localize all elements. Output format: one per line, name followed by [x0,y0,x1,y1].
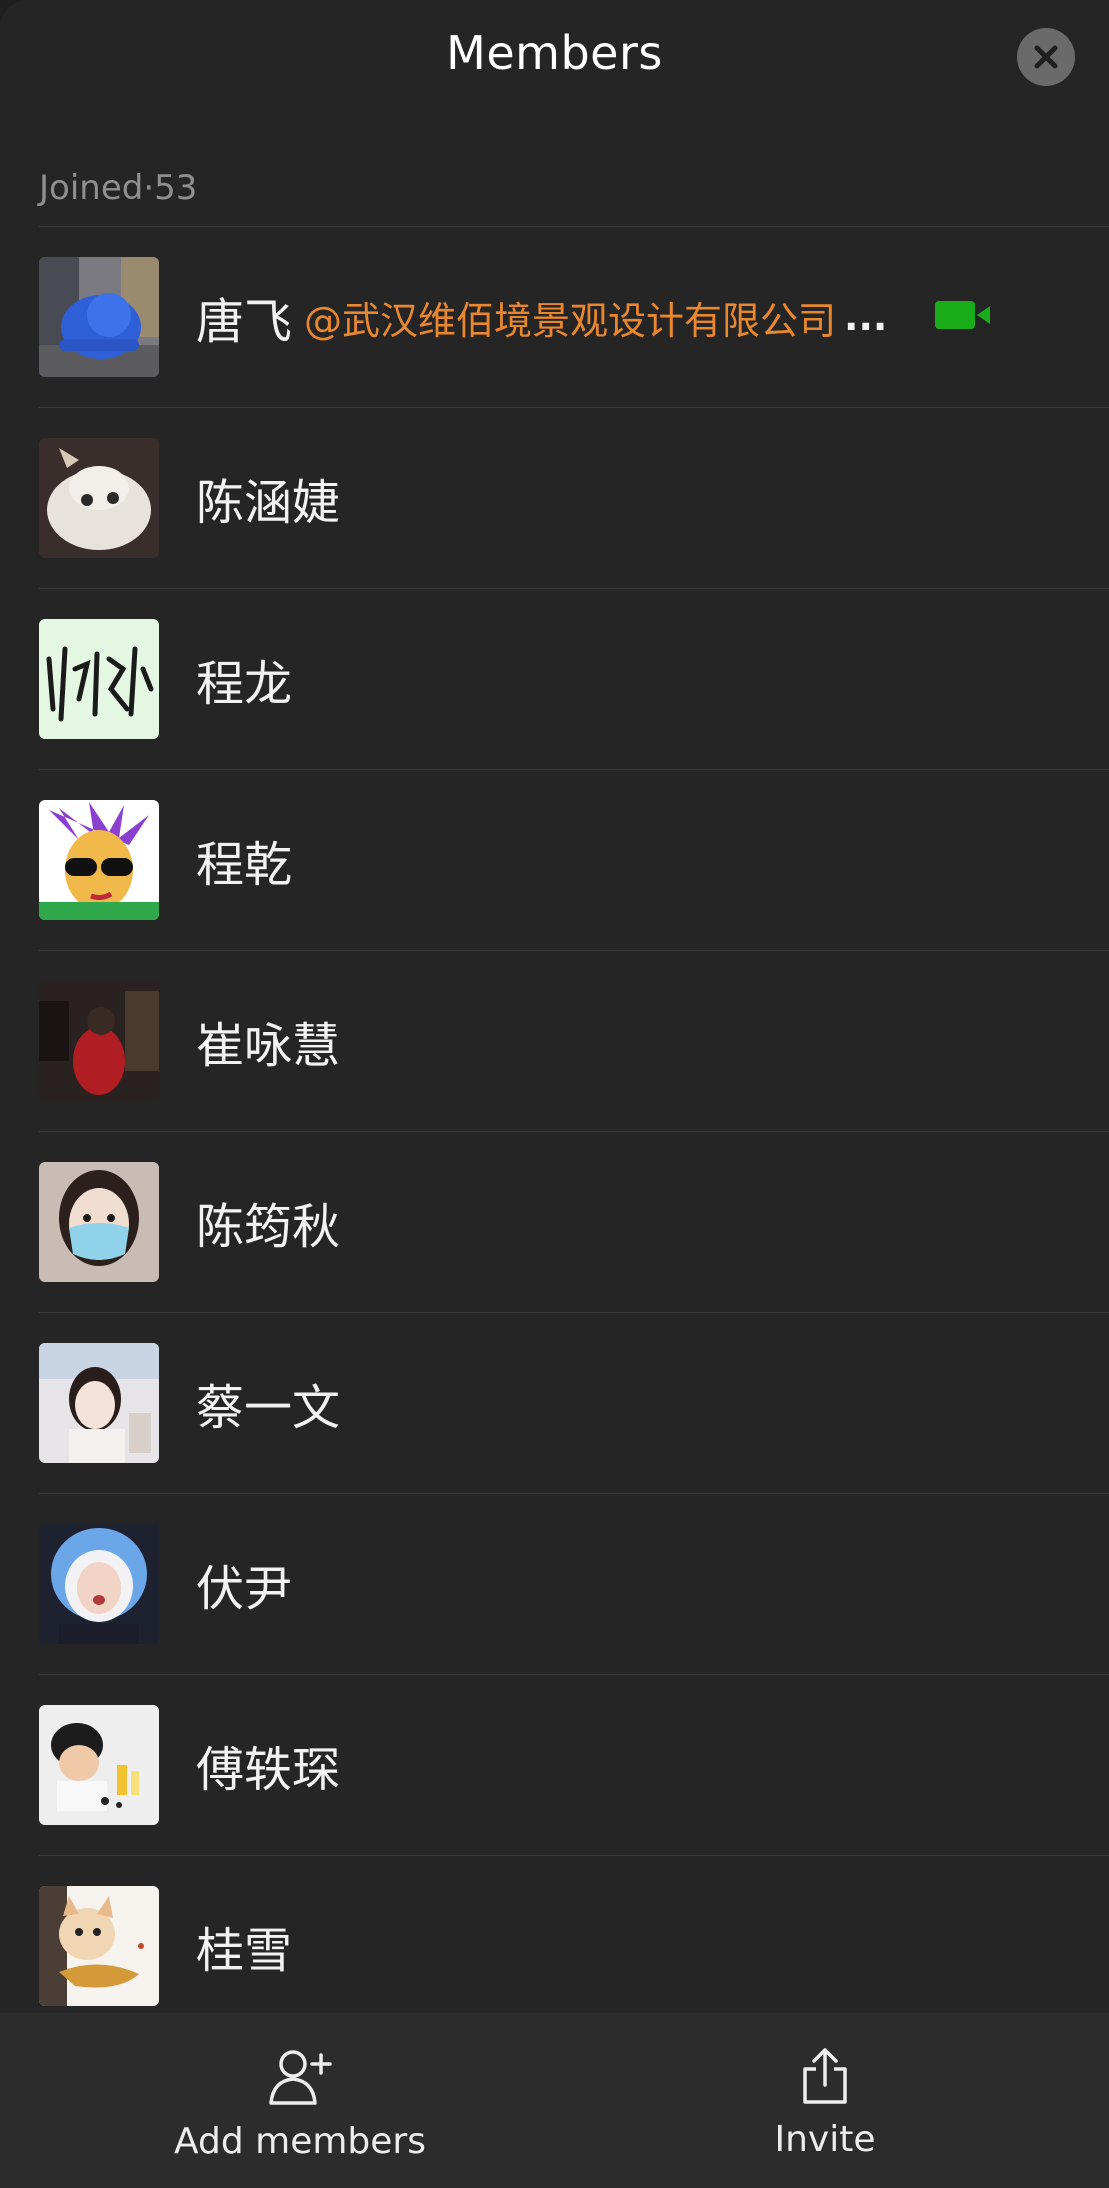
member-row[interactable]: 陈筠秋 [39,1131,1109,1312]
add-members-label: Add members [174,2121,426,2162]
member-name: 陈筠秋 [196,1199,341,1255]
add-person-icon [265,2047,335,2111]
member-row[interactable]: 陈涵婕 [39,407,1109,588]
avatar[interactable] [39,1524,159,1644]
avatar[interactable] [39,1705,159,1825]
joined-count-label: Joined·53 [39,168,198,208]
header: Members [0,0,1109,115]
avatar[interactable] [39,800,159,920]
member-name: 程龙 [196,656,293,712]
member-row[interactable]: 程龙 [39,588,1109,769]
avatar[interactable] [39,1343,159,1463]
member-row[interactable]: 崔咏慧 [39,950,1109,1131]
member-list: 唐飞 @武汉维佰境景观设计有限公司 ... 陈涵婕 程龙 程乾 崔咏慧 陈筠秋 … [0,226,1109,2036]
video-camera-icon [935,298,991,336]
add-members-button[interactable]: Add members [150,2013,450,2188]
member-row[interactable]: 傅轶琛 [39,1674,1109,1855]
member-name: 伏尹 [196,1561,293,1617]
close-icon [1034,45,1058,69]
member-name: 唐飞 [196,294,293,350]
close-button[interactable] [1017,28,1075,86]
member-name: 崔咏慧 [196,1018,341,1074]
truncation-ellipsis: ... [844,295,888,339]
avatar[interactable] [39,981,159,1101]
avatar[interactable] [39,619,159,739]
member-org: @武汉维佰境景观设计有限公司 [304,298,837,343]
share-icon [800,2047,850,2109]
member-name: 陈涵婕 [196,475,341,531]
member-name: 傅轶琛 [196,1742,341,1798]
page-title: Members [446,26,663,80]
member-name: 桂雪 [196,1923,293,1979]
member-row[interactable]: 唐飞 @武汉维佰境景观设计有限公司 ... [39,226,1109,407]
bottom-action-bar: Add members Invite [0,2013,1109,2188]
avatar[interactable] [39,438,159,558]
avatar[interactable] [39,257,159,377]
member-row[interactable]: 蔡一文 [39,1312,1109,1493]
member-name: 程乾 [196,837,293,893]
invite-label: Invite [774,2119,876,2160]
avatar[interactable] [39,1886,159,2006]
invite-button[interactable]: Invite [725,2013,925,2188]
member-row[interactable]: 伏尹 [39,1493,1109,1674]
avatar[interactable] [39,1162,159,1282]
member-name: 蔡一文 [196,1380,341,1436]
members-sheet: Members Joined·53 唐飞 @武汉维佰境景观设计有限公司 ... … [0,0,1109,2188]
member-row[interactable]: 桂雪 [39,1855,1109,2036]
member-row[interactable]: 程乾 [39,769,1109,950]
